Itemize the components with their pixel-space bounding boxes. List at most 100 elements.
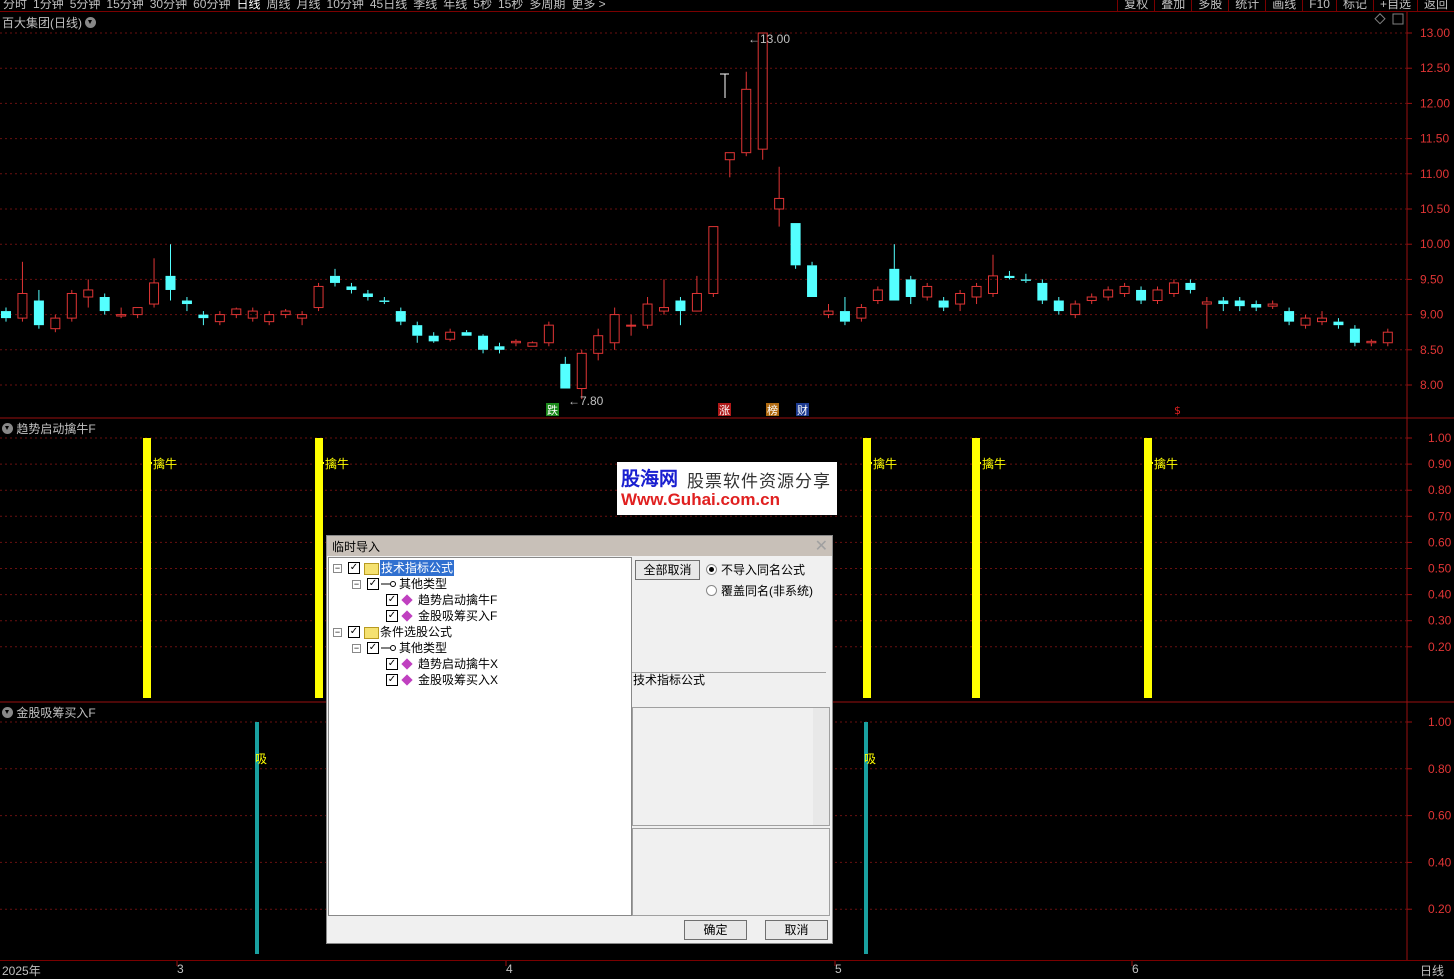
folder-icon — [364, 627, 379, 639]
indicator2-title: 金股吸筹买入F — [16, 706, 96, 720]
panel-scrollbar[interactable] — [813, 708, 829, 825]
indicator1-tick-label: 0.90 — [1428, 457, 1452, 471]
tree-node[interactable]: − ✓ 技术指标公式 — [329, 560, 629, 576]
price-tick-label: 12.00 — [1420, 96, 1450, 110]
candle-body — [1317, 317, 1327, 323]
tree-checkbox[interactable]: ✓ — [386, 674, 398, 686]
candle-body — [494, 346, 505, 350]
candle-body — [1004, 275, 1015, 278]
candle-body — [1349, 328, 1360, 343]
candle-body — [478, 335, 489, 350]
indicator1-tick-label: 0.70 — [1428, 509, 1452, 523]
candle-body — [1053, 300, 1064, 312]
signal-bar — [972, 438, 980, 698]
tree-node[interactable]: ✓ 金股吸筹买入F — [329, 608, 629, 624]
dropdown-circle-icon[interactable] — [2, 707, 13, 718]
candle-body — [198, 314, 209, 319]
tree-checkbox[interactable]: ✓ — [348, 626, 360, 638]
candle-body — [741, 88, 752, 154]
event-badge-label: 财 — [797, 403, 808, 417]
tree-node-label: 技术指标公式 — [380, 560, 455, 576]
candle-body — [691, 292, 702, 312]
candle-body — [839, 311, 850, 322]
candle-body — [1267, 303, 1278, 307]
signal-label: 擒牛 — [153, 456, 177, 471]
key-icon — [381, 645, 397, 651]
tree-node[interactable]: ✓ 金股吸筹买入X — [329, 672, 629, 688]
indicator2-tick-label: 0.80 — [1428, 762, 1452, 776]
tree-checkbox[interactable]: ✓ — [386, 658, 398, 670]
candle-body — [1037, 282, 1048, 301]
candle-body — [395, 311, 406, 322]
close-icon[interactable]: ✕ — [815, 536, 828, 556]
candle-body — [576, 352, 587, 390]
dropdown-circle-icon[interactable] — [2, 423, 13, 434]
candle-body — [1218, 300, 1229, 305]
price-tick-label: 8.00 — [1420, 378, 1444, 392]
tree-checkbox[interactable]: ✓ — [386, 594, 398, 606]
tree-node[interactable]: ✓ 趋势启动擒牛F — [329, 592, 629, 608]
candle-body — [280, 310, 291, 316]
ok-button[interactable]: 确定 — [684, 920, 747, 940]
tree-node-label: 趋势启动擒牛F — [418, 593, 498, 607]
tree-checkbox[interactable]: ✓ — [386, 610, 398, 622]
tree-node[interactable]: − ✓ 其他类型 — [329, 640, 629, 656]
collapse-icon[interactable]: − — [352, 580, 361, 589]
candle-body — [1168, 282, 1179, 294]
price-tick-label: 11.00 — [1420, 167, 1449, 181]
candle-body — [428, 335, 439, 342]
indicator1-title-bar: 趋势启动擒牛F — [2, 420, 96, 437]
candle-body — [922, 285, 933, 298]
tree-node[interactable]: ✓ 趋势启动擒牛X — [329, 656, 629, 672]
radio-no-import[interactable] — [706, 564, 717, 575]
watermark-brand: 股海网 — [621, 468, 679, 490]
price-tick-label: 9.00 — [1420, 308, 1444, 322]
candle-body — [905, 279, 916, 297]
signal-bar — [863, 438, 871, 698]
signal-label: 擒牛 — [982, 456, 1006, 471]
date-label: 4 — [506, 962, 513, 976]
candle-body — [1020, 279, 1031, 281]
low-price-label: ←7.80 — [568, 394, 604, 408]
dialog-titlebar: 临时导入 ✕ — [327, 536, 832, 556]
collapse-icon[interactable]: − — [333, 628, 342, 637]
candle-body — [1382, 331, 1393, 344]
tree-node-label: 趋势启动擒牛X — [418, 657, 499, 671]
tree-checkbox[interactable]: ✓ — [348, 562, 360, 574]
candle-body — [461, 332, 472, 336]
candle-body — [807, 265, 818, 297]
signal-dot — [979, 462, 981, 464]
candle-body — [527, 342, 538, 347]
indicator1-tick-label: 0.60 — [1428, 535, 1452, 549]
collapse-icon[interactable]: − — [352, 644, 361, 653]
candle-body — [724, 152, 735, 161]
dropdown-circle-icon[interactable] — [85, 17, 97, 28]
diamond-icon — [401, 610, 413, 622]
tree-node[interactable]: − ✓ 其他类型 — [329, 576, 629, 592]
window-toggle-icon — [1392, 13, 1404, 25]
tree-node[interactable]: − ✓ 条件选股公式 — [329, 624, 629, 640]
collapse-icon[interactable]: − — [333, 564, 342, 573]
candle-body — [1234, 300, 1245, 307]
candle-body — [757, 32, 768, 150]
candle-body — [412, 325, 423, 336]
formula-tree[interactable]: − ✓ 技术指标公式 − ✓ 其他类型 ✓ 趋势启动擒牛F ✓ 金股吸筹买入F − ✓ 条件选股公式 − ✓… — [328, 557, 632, 916]
indicator1-tick-label: 0.80 — [1428, 483, 1452, 497]
indicator1-tick-label: 1.00 — [1428, 431, 1452, 445]
candle-body — [1366, 340, 1377, 344]
tree-checkbox[interactable]: ✓ — [367, 642, 379, 654]
candle-body — [988, 275, 998, 294]
candle-body — [181, 300, 192, 305]
signal-bar — [143, 438, 151, 698]
formula-info-panel — [632, 707, 830, 826]
candle-body — [50, 317, 61, 330]
candle-body — [1284, 311, 1295, 322]
radio-overwrite[interactable] — [706, 585, 717, 596]
cancel-button[interactable]: 取消 — [765, 920, 828, 940]
candle-body — [214, 314, 225, 323]
candle-body — [132, 307, 143, 316]
tree-checkbox[interactable]: ✓ — [367, 578, 379, 590]
cancel-all-button[interactable]: 全部取消 — [635, 560, 700, 580]
indicator1-tick-label: 0.40 — [1428, 588, 1452, 602]
diamond-icon — [401, 658, 413, 670]
